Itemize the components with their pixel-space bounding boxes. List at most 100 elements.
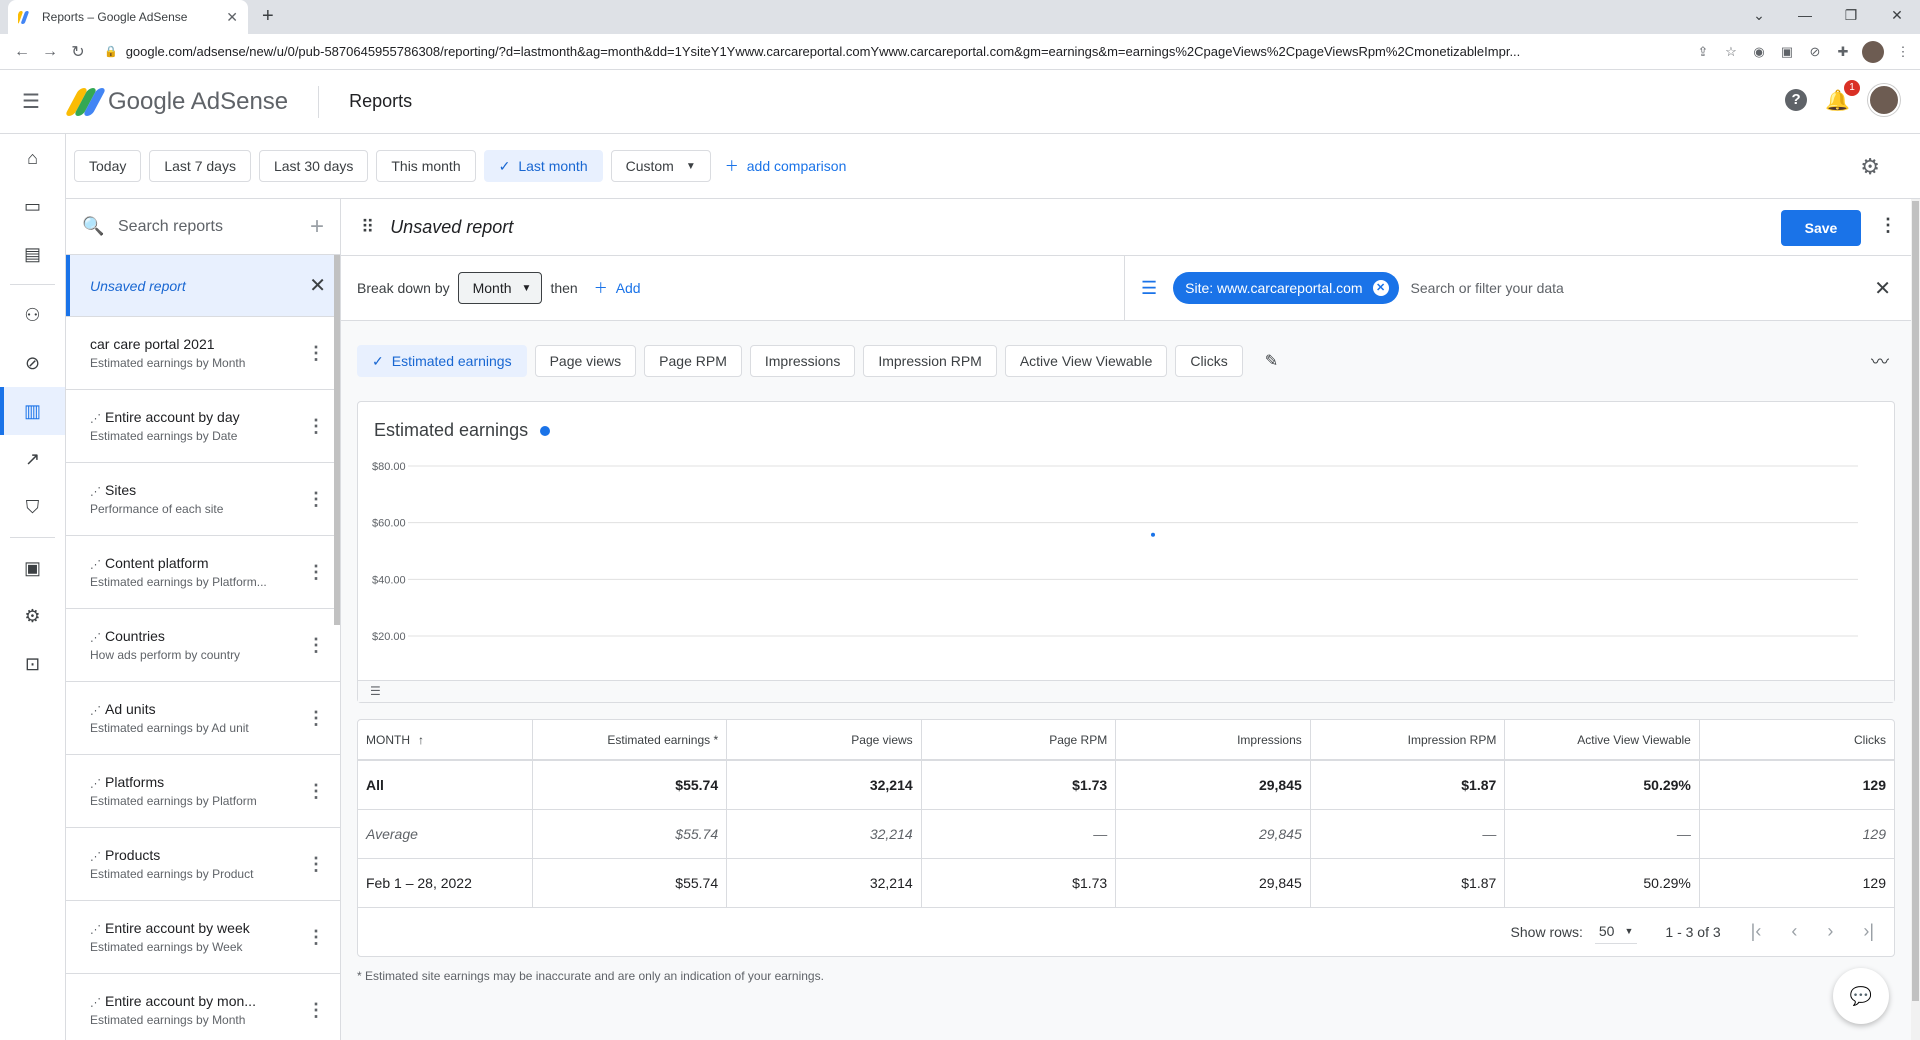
bookmark-star-icon[interactable]: ☆ (1722, 43, 1740, 61)
page-scrollbar[interactable] (1911, 199, 1920, 1040)
feedback-chat-icon[interactable]: 💬 (1833, 968, 1889, 1024)
url-field[interactable]: 🔒 google.com/adsense/new/u/0/pub-5870645… (100, 38, 1686, 66)
column-header[interactable]: MONTH ↑ (358, 720, 533, 761)
brand-safety-icon[interactable]: ⛉ (0, 483, 65, 531)
share-icon[interactable]: ⇪ (1694, 43, 1712, 61)
new-tab-icon[interactable]: + (262, 5, 274, 28)
metric-active-view-viewable[interactable]: Active View Viewable (1004, 345, 1168, 377)
range-last-month[interactable]: ✓ Last month (483, 150, 603, 182)
rows-per-page-select[interactable]: 50 ▼ (1594, 919, 1638, 944)
range-custom[interactable]: Custom ▼ (610, 150, 711, 182)
window-close-icon[interactable]: ✕ (1874, 0, 1920, 34)
sidebar-report-item[interactable]: ⋰ Products Estimated earnings by Product ⋮ (66, 828, 340, 901)
chart-toggle-trend-icon[interactable]: 〰 (1871, 348, 1889, 374)
column-header[interactable]: Clicks (1699, 720, 1894, 761)
breakdown-dropdown[interactable]: Month ▼ (457, 272, 543, 304)
metric-page-rpm[interactable]: Page RPM (644, 345, 742, 377)
maximize-icon[interactable]: ❐ (1828, 0, 1874, 34)
feedback-icon[interactable]: ⊡ (0, 640, 65, 688)
data-point[interactable] (1151, 532, 1155, 537)
browser-tab[interactable]: Reports – Google AdSense ✕ (8, 0, 248, 34)
clear-filters-icon[interactable]: ✕ (1874, 276, 1891, 301)
column-header[interactable]: Impression RPM (1310, 720, 1506, 761)
column-header[interactable]: Impressions (1115, 720, 1311, 761)
report-settings-gear-icon[interactable]: ⚙ (1860, 154, 1880, 180)
metric-impressions[interactable]: Impressions (749, 345, 856, 377)
site-filter-chip[interactable]: Site: www.carcareportal.com ✕ (1173, 272, 1399, 304)
previous-page-icon[interactable]: ‹ (1791, 921, 1797, 942)
minimize-icon[interactable]: — (1782, 0, 1828, 34)
add-breakdown-button[interactable]: ＋ Add (594, 278, 641, 298)
sidebar-report-item[interactable]: ⋰ Ad units Estimated earnings by Ad unit ⋮ (66, 682, 340, 755)
range-last-7-days[interactable]: Last 7 days (149, 150, 251, 182)
search-input[interactable]: Search reports (118, 218, 310, 236)
edit-metrics-pencil-icon[interactable]: ✎ (1265, 351, 1278, 371)
column-header[interactable]: Page views (726, 720, 922, 761)
metric-clicks[interactable]: Clicks (1175, 345, 1243, 377)
first-page-icon[interactable]: |‹ (1751, 921, 1762, 942)
puzzle-icon[interactable]: ✚ (1834, 43, 1852, 61)
report-more-icon[interactable]: ⋮ (306, 562, 326, 583)
settings-icon[interactable]: ⚙ (0, 592, 65, 640)
close-icon[interactable]: ✕ (309, 273, 326, 298)
sidebar-report-item[interactable]: ⋰ Content platform Estimated earnings by P… (66, 536, 340, 609)
column-header[interactable]: Estimated earnings * (532, 720, 728, 761)
sidebar-report-item[interactable]: ⋰ Sites Performance of each site ⋮ (66, 463, 340, 536)
new-report-plus-icon[interactable]: + (310, 213, 324, 241)
report-more-icon[interactable]: ⋮ (306, 489, 326, 510)
range-last-30-days[interactable]: Last 30 days (258, 150, 369, 182)
filter-search-input[interactable]: Search or filter your data (1411, 280, 1564, 296)
sidebar-report-item[interactable]: ⋰ Countries How ads perform by country ⋮ (66, 609, 340, 682)
column-header[interactable]: Page RPM (921, 720, 1117, 761)
privacy-messaging-icon[interactable]: ⚇ (0, 291, 65, 339)
forward-icon[interactable]: → (36, 43, 64, 61)
sidebar-report-item[interactable]: car care portal 2021 Estimated earnings b… (66, 317, 340, 390)
sidebar-item-unsaved-report[interactable]: Unsaved report ✕ (66, 255, 340, 317)
payments-icon[interactable]: ▣ (0, 544, 65, 592)
report-more-icon[interactable]: ⋮ (306, 635, 326, 656)
remove-filter-icon[interactable]: ✕ (1372, 280, 1389, 296)
blocking-controls-icon[interactable]: ⊘ (0, 339, 65, 387)
sidebar-report-item[interactable]: ⋰ Entire account by mon... Estimated earni… (66, 974, 340, 1040)
more-options-icon[interactable]: ⋮ (1879, 215, 1897, 236)
report-search[interactable]: 🔍 Search reports + (66, 199, 340, 255)
sidebar-report-item[interactable]: ⋰ Platforms Estimated earnings by Platform… (66, 755, 340, 828)
browser-menu-icon[interactable]: ⋮ (1894, 43, 1912, 61)
metric-page-views[interactable]: Page views (534, 345, 637, 377)
notifications-bell-icon[interactable]: 🔔 1 (1825, 79, 1860, 113)
tab-search-icon[interactable]: ⌄ (1736, 0, 1782, 34)
adsense-logo[interactable]: Google AdSense (64, 87, 288, 116)
report-more-icon[interactable]: ⋮ (306, 416, 326, 437)
column-header[interactable]: Active View Viewable (1504, 720, 1700, 761)
menu-icon[interactable]: ☰ (22, 89, 46, 114)
metric-impression-rpm[interactable]: Impression RPM (863, 345, 997, 377)
optimization-icon[interactable]: ↗ (0, 435, 65, 483)
extension-icon[interactable]: ⊘ (1806, 43, 1824, 61)
home-icon[interactable]: ⌂ (0, 134, 65, 182)
report-more-icon[interactable]: ⋮ (306, 781, 326, 802)
next-page-icon[interactable]: › (1827, 921, 1833, 942)
sidebar-report-item[interactable]: ⋰ Entire account by day Estimated earnings… (66, 390, 340, 463)
sites-icon[interactable]: ▤ (0, 230, 65, 278)
apps-grid-icon[interactable]: ⠿ (361, 217, 374, 238)
range-this-month[interactable]: This month (376, 150, 476, 182)
extension-icon[interactable]: ▣ (1778, 43, 1796, 61)
profile-avatar[interactable] (1862, 40, 1884, 63)
ads-icon[interactable]: ▭ (0, 182, 65, 230)
help-icon[interactable]: ? (1785, 89, 1808, 111)
report-more-icon[interactable]: ⋮ (306, 854, 326, 875)
extension-icon[interactable]: ◉ (1750, 43, 1768, 61)
filter-icon[interactable]: ☰ (1141, 278, 1157, 299)
reload-icon[interactable]: ↻ (64, 42, 92, 62)
chart-legend-icon[interactable]: ☰ (370, 684, 381, 698)
report-more-icon[interactable]: ⋮ (306, 343, 326, 364)
back-icon[interactable]: ← (8, 43, 36, 61)
metric-estimated-earnings[interactable]: ✓ Estimated earnings (357, 345, 527, 377)
report-more-icon[interactable]: ⋮ (306, 927, 326, 948)
save-button[interactable]: Save (1781, 210, 1861, 246)
add-comparison-button[interactable]: ＋ add comparison (725, 156, 847, 176)
reports-icon[interactable]: ▥ (0, 387, 65, 435)
report-more-icon[interactable]: ⋮ (306, 708, 326, 729)
report-more-icon[interactable]: ⋮ (306, 1000, 326, 1021)
account-avatar[interactable] (1868, 84, 1900, 116)
